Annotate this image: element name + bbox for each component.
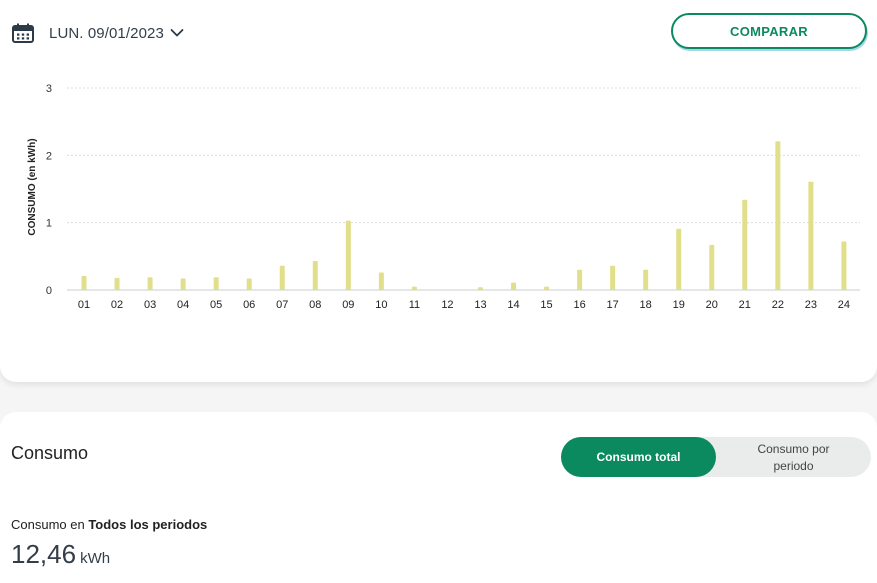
bar-03 — [147, 277, 153, 290]
bar-20 — [709, 244, 715, 290]
x-tick-label: 11 — [409, 299, 420, 311]
bar-07 — [279, 265, 285, 290]
x-tick-label: 17 — [607, 299, 619, 311]
bar-21 — [742, 199, 748, 290]
calendar-icon — [12, 23, 34, 43]
consumo-period-label: Consumo en Todos los periodos — [11, 517, 207, 532]
x-tick-label: 08 — [309, 299, 321, 311]
bar-14 — [511, 282, 517, 290]
x-tick-label: 03 — [144, 299, 156, 311]
x-tick-label: 13 — [474, 299, 486, 311]
x-tick-label: 19 — [673, 299, 685, 311]
bar-16 — [577, 269, 583, 290]
x-tick-label: 18 — [640, 299, 652, 311]
toggle-consumo-total[interactable]: Consumo total — [561, 437, 716, 477]
bar-05 — [213, 277, 219, 290]
bar-19 — [676, 228, 682, 290]
x-tick-label: 10 — [375, 299, 387, 311]
x-tick-label: 21 — [739, 299, 751, 311]
bar-04 — [180, 278, 186, 290]
chart-card: LUN. 09/01/2023 COMPARAR 0 1 2 3 CONSUMO (en… — [0, 0, 877, 382]
x-tick-label: 02 — [111, 299, 123, 311]
total-unit: kWh — [80, 550, 111, 567]
chevron-down-icon — [170, 29, 184, 37]
bar-15 — [544, 286, 550, 290]
x-tick-label: 15 — [540, 299, 552, 311]
consumo-prefix: Consumo en — [11, 517, 89, 532]
x-tick-label: 14 — [507, 299, 519, 311]
bar-02 — [114, 277, 120, 290]
x-tick-label: 22 — [772, 299, 784, 311]
bar-06 — [246, 278, 252, 290]
bar-22 — [775, 141, 781, 290]
bar-18 — [643, 269, 649, 290]
bar-11 — [411, 286, 417, 290]
consumption-mode-toggle: Consumo total Consumo por periodo — [561, 437, 871, 477]
bar-10 — [378, 272, 384, 290]
total-value: 12,46 — [11, 539, 77, 569]
bar-09 — [345, 220, 351, 290]
x-tick-label: 24 — [838, 299, 850, 311]
date-selector[interactable]: LUN. 09/01/2023 — [12, 22, 184, 44]
y-tick-label: 1 — [46, 218, 52, 230]
total-consumption: 12,46 kWh — [11, 539, 110, 570]
x-tick-label: 23 — [805, 299, 817, 311]
consumption-chart: 0123CONSUMO (en kWh)01 02 03 04 05 06 07 08 09 10… — [27, 83, 860, 311]
x-tick-label: 20 — [706, 299, 718, 311]
bar-17 — [610, 265, 616, 290]
x-tick-label: 05 — [210, 299, 222, 311]
bar-08 — [312, 261, 318, 290]
consumo-period: Todos los periodos — [88, 517, 208, 532]
y-tick-label: 0 — [46, 285, 52, 297]
toggle-consumo-por-periodo-label: Consumo por periodo — [757, 442, 830, 473]
x-tick-label: 07 — [276, 299, 288, 311]
x-tick-label: 16 — [573, 299, 585, 311]
x-tick-label: 04 — [177, 299, 189, 311]
y-tick-label: 2 — [46, 150, 52, 162]
bar-23 — [808, 181, 814, 290]
section-title: Consumo — [11, 443, 89, 463]
y-tick-label: 3 — [46, 83, 52, 95]
bar-01 — [81, 275, 87, 290]
bar-13 — [477, 287, 483, 290]
x-tick-label: 06 — [243, 299, 255, 311]
compare-button[interactable]: COMPARAR — [671, 13, 867, 49]
x-tick-label: 01 — [78, 299, 90, 311]
x-tick-label: 09 — [342, 299, 354, 311]
summary-card: Consumo Consumo total Consumo por period… — [0, 412, 877, 583]
bar-24 — [841, 241, 847, 290]
y-axis-title: CONSUMO (en kWh) — [27, 138, 38, 235]
date-label: LUN. 09/01/2023 — [49, 24, 164, 42]
x-tick-label: 12 — [441, 299, 453, 311]
toggle-consumo-por-periodo[interactable]: Consumo por periodo — [716, 437, 871, 478]
